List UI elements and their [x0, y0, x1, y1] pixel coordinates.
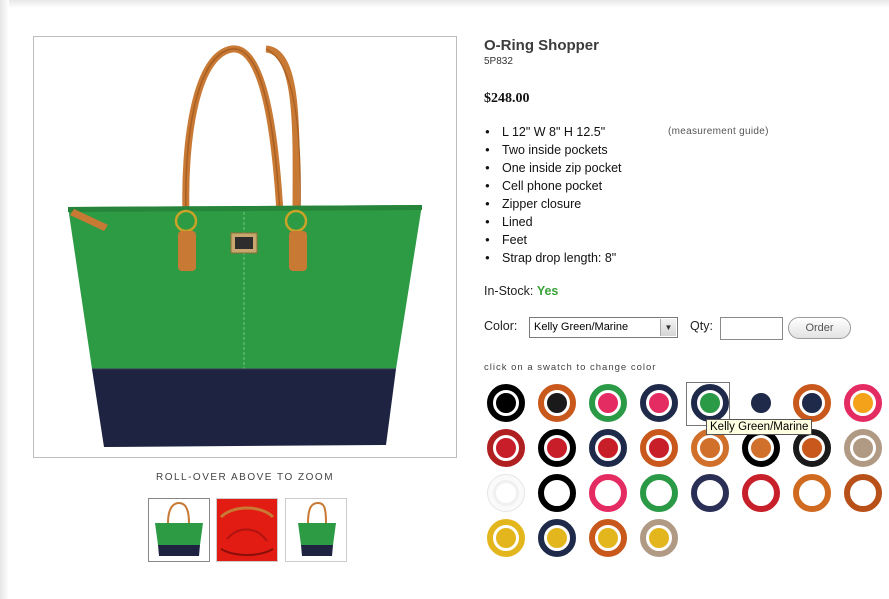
swatch-ring [595, 435, 621, 461]
swatch-ring [850, 480, 876, 506]
swatch-ring [799, 390, 825, 416]
feature-item: Lined [484, 213, 622, 231]
swatch-ring [544, 390, 570, 416]
product-title: O-Ring Shopper [484, 37, 599, 54]
feature-item: Feet [484, 231, 622, 249]
feature-item: L 12" W 8" H 12.5" [484, 123, 622, 141]
qty-input[interactable] [720, 317, 783, 340]
swatch-ring [748, 480, 774, 506]
swatch-ring [493, 390, 519, 416]
thumbnail-side[interactable] [285, 498, 347, 562]
color-swatch[interactable] [487, 429, 525, 467]
color-swatch[interactable] [640, 474, 678, 512]
interior-thumbnail-icon [217, 499, 277, 561]
product-sku: 5P832 [484, 56, 513, 67]
swatch-ring [595, 480, 621, 506]
swatch-ring [850, 435, 876, 461]
stock-value: Yes [536, 284, 559, 298]
swatch-ring [595, 525, 621, 551]
color-swatch[interactable] [742, 384, 780, 422]
swatch-ring [493, 480, 519, 506]
color-swatch[interactable] [538, 519, 576, 557]
color-swatch[interactable] [691, 474, 729, 512]
swatch-ring [697, 435, 723, 461]
color-label: Color: [484, 319, 518, 333]
stock-status: In-Stock: Yes [484, 284, 558, 298]
window-top-edge [0, 0, 889, 8]
color-swatch[interactable] [793, 474, 831, 512]
color-select[interactable]: Kelly Green/Marine ▼ [529, 317, 678, 338]
feature-item: Zipper closure [484, 195, 622, 213]
tote-thumbnail-icon [155, 501, 203, 556]
color-swatch[interactable] [487, 519, 525, 557]
zoom-caption: ROLL-OVER ABOVE TO ZOOM [155, 472, 335, 483]
chevron-down-icon[interactable]: ▼ [660, 319, 676, 336]
color-swatch[interactable] [487, 384, 525, 422]
swatch-ring [646, 480, 672, 506]
feature-item: Two inside pockets [484, 141, 622, 159]
swatch-ring [646, 525, 672, 551]
thumbnail-front[interactable] [148, 498, 210, 562]
color-swatch[interactable] [844, 429, 882, 467]
color-swatch[interactable] [589, 474, 627, 512]
feature-item: Cell phone pocket [484, 177, 622, 195]
color-swatch[interactable] [589, 384, 627, 422]
tote-side-thumbnail-icon [298, 501, 336, 556]
swatch-ring [748, 435, 774, 461]
swatch-ring [748, 390, 774, 416]
window-left-edge [0, 0, 9, 599]
color-swatch[interactable] [844, 474, 882, 512]
tote-bag-image [68, 45, 422, 447]
color-swatch[interactable] [589, 519, 627, 557]
measurement-guide-link[interactable]: (measurement guide) [668, 126, 769, 137]
color-swatch[interactable] [640, 519, 678, 557]
swatch-ring [799, 435, 825, 461]
swatch-hint: click on a swatch to change color [484, 362, 657, 373]
swatch-ring [493, 525, 519, 551]
order-button[interactable]: Order [788, 317, 851, 339]
color-swatch[interactable] [538, 429, 576, 467]
feature-list: L 12" W 8" H 12.5" Two inside pockets On… [484, 123, 622, 267]
qty-label: Qty: [690, 319, 713, 333]
color-swatch[interactable] [844, 384, 882, 422]
color-swatch[interactable] [538, 384, 576, 422]
color-swatch[interactable] [793, 384, 831, 422]
swatch-ring [544, 435, 570, 461]
color-swatch[interactable] [589, 429, 627, 467]
swatch-ring [544, 480, 570, 506]
color-swatch[interactable] [742, 474, 780, 512]
swatch-ring [646, 435, 672, 461]
thumbnail-interior[interactable] [216, 498, 278, 562]
swatch-ring [850, 390, 876, 416]
swatch-ring [493, 435, 519, 461]
feature-item: Strap drop length: 8" [484, 249, 622, 267]
color-swatch[interactable] [640, 429, 678, 467]
color-swatch[interactable] [487, 474, 525, 512]
swatch-ring [697, 480, 723, 506]
swatch-ring [544, 525, 570, 551]
swatch-ring [595, 390, 621, 416]
color-select-value: Kelly Green/Marine [534, 321, 629, 333]
product-price: $248.00 [484, 91, 530, 106]
color-swatch[interactable] [640, 384, 678, 422]
swatch-ring [646, 390, 672, 416]
color-swatch[interactable] [538, 474, 576, 512]
feature-item: One inside zip pocket [484, 159, 622, 177]
swatch-ring [799, 480, 825, 506]
product-main-image[interactable] [33, 36, 457, 458]
stock-label: In-Stock: [484, 284, 534, 298]
swatch-tooltip: Kelly Green/Marine [706, 419, 813, 435]
